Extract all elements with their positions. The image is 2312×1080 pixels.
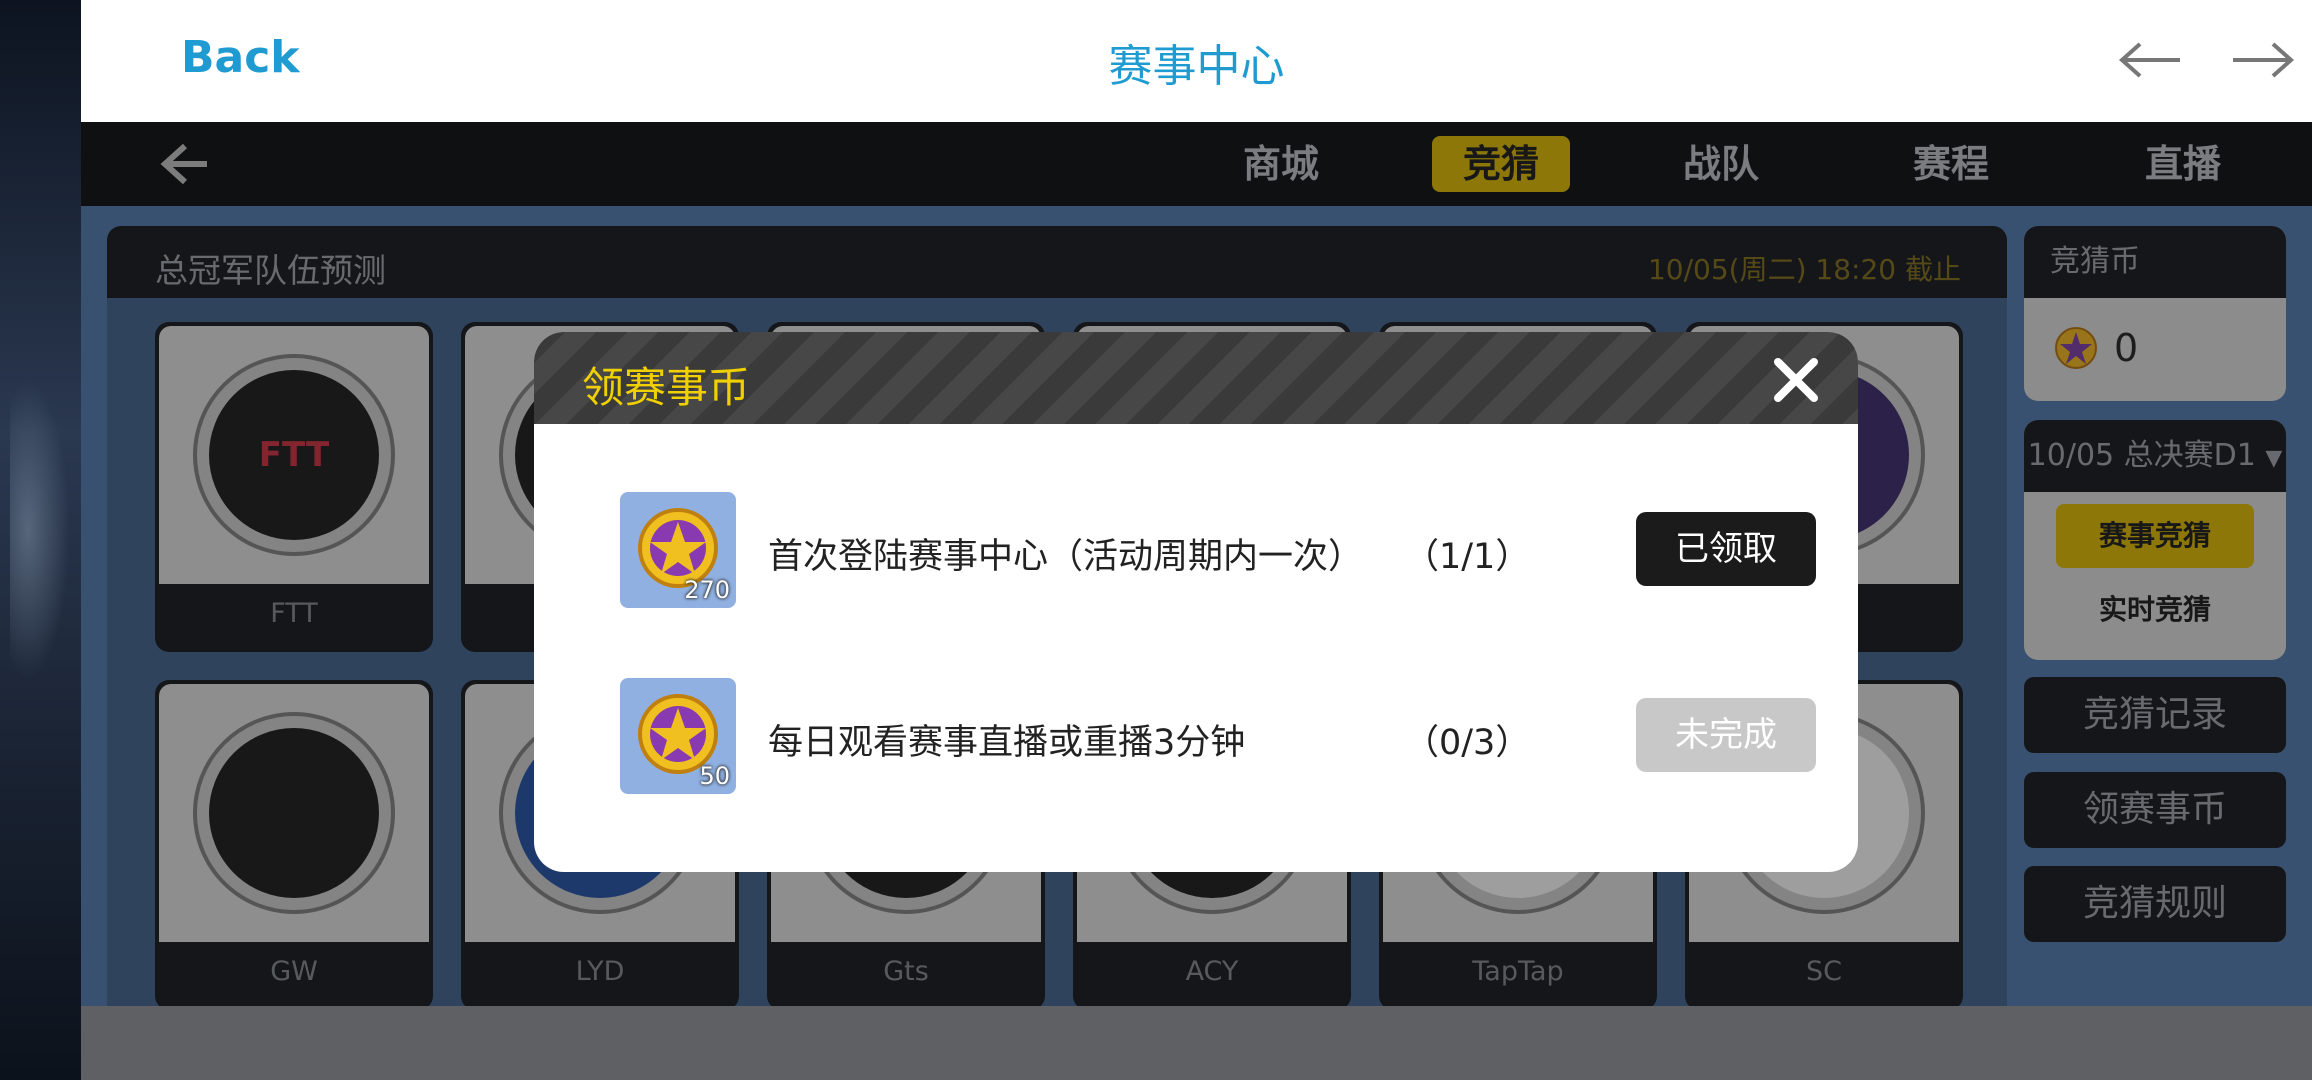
- page-title: 赛事中心: [1108, 41, 1285, 92]
- task-description: 每日观看赛事直播或重播3分钟: [768, 723, 1246, 763]
- reward-coin-icon: 270: [620, 492, 736, 608]
- task-description: 首次登陆赛事中心（活动周期内一次）: [768, 537, 1364, 577]
- claim-coins-modal: 领赛事币 270 首次登陆赛事中心（活动周期内一次） （1/1） 已领取 50: [534, 332, 1858, 872]
- arrow-right-icon[interactable]: [2229, 38, 2297, 82]
- modal-title: 领赛事币: [582, 363, 751, 412]
- close-icon[interactable]: [1766, 350, 1826, 410]
- incomplete-button[interactable]: 未完成: [1636, 698, 1816, 772]
- background-side: [0, 0, 81, 1080]
- task-progress: （1/1）: [1404, 537, 1531, 577]
- claimed-button[interactable]: 已领取: [1636, 512, 1816, 586]
- reward-amount: 50: [699, 762, 730, 790]
- modal-header: 领赛事币: [534, 332, 1858, 424]
- task-progress: （0/3）: [1404, 723, 1531, 763]
- task-row: 270 首次登陆赛事中心（活动周期内一次） （1/1） 已领取: [620, 492, 1820, 608]
- arrow-left-icon[interactable]: [2116, 38, 2184, 82]
- reward-coin-icon: 50: [620, 678, 736, 794]
- reward-amount: 270: [684, 576, 730, 604]
- task-row: 50 每日观看赛事直播或重播3分钟 （0/3） 未完成: [620, 678, 1820, 794]
- app-header: Back 赛事中心: [81, 0, 2312, 122]
